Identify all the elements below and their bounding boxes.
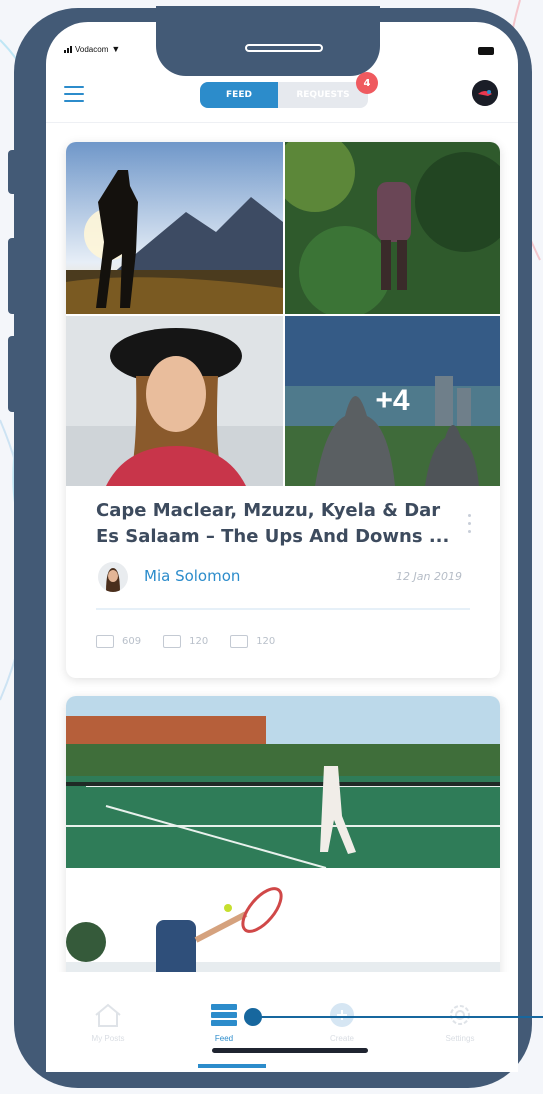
active-tab-indicator xyxy=(198,1064,266,1068)
plus-circle-icon xyxy=(330,1003,354,1027)
post-photo-buddha-more[interactable]: +4 xyxy=(285,316,500,486)
more-photos-count: +4 xyxy=(375,384,410,417)
video-count: 120 xyxy=(163,635,208,648)
post-photo-tennis-court[interactable] xyxy=(66,696,500,868)
phone-side-button xyxy=(8,238,18,314)
image-icon xyxy=(96,635,114,648)
post-photo-hiker[interactable] xyxy=(66,142,283,314)
tab-label: Create xyxy=(329,1034,354,1043)
wifi-icon: ▼ xyxy=(111,44,121,54)
status-bar-left: Vodacom ▼ xyxy=(64,44,120,54)
battery-icon xyxy=(478,47,494,55)
home-indicator[interactable] xyxy=(212,1048,368,1053)
post-photo-portrait[interactable] xyxy=(66,316,283,486)
play-icon xyxy=(163,635,182,648)
audio-icon xyxy=(230,635,249,648)
phone-speaker xyxy=(245,44,323,52)
requests-badge: 4 xyxy=(356,72,378,94)
post-card[interactable] xyxy=(66,696,500,986)
post-stats: 609 120 120 xyxy=(96,635,275,648)
bottom-tab-bar: My Posts Feed Create Settings xyxy=(46,972,518,1072)
post-photo-forest[interactable] xyxy=(285,142,500,314)
post-title[interactable]: Cape Maclear, Mzuzu, Kyela & Dar Es Sala… xyxy=(96,498,456,550)
audio-count-value: 120 xyxy=(256,636,276,647)
audio-count: 120 xyxy=(230,635,275,648)
phone-side-button xyxy=(8,150,18,194)
post-card[interactable]: +4 Cape Maclear, Mzuzu, Kyela & Dar Es S… xyxy=(66,142,500,678)
user-avatar[interactable] xyxy=(472,80,498,106)
post-divider xyxy=(96,608,470,610)
tab-my-posts[interactable]: My Posts xyxy=(58,1002,158,1043)
gear-icon xyxy=(450,1005,470,1025)
feed-list-icon xyxy=(211,1004,237,1026)
more-options-icon[interactable] xyxy=(468,514,472,533)
photo-count-value: 609 xyxy=(122,636,142,647)
menu-icon[interactable] xyxy=(64,86,84,102)
tab-label: Settings xyxy=(445,1034,475,1043)
tab-feed[interactable]: FEED xyxy=(200,82,278,108)
top-bar: FEED REQUESTS 4 xyxy=(46,72,518,123)
carrier-name: Vodacom xyxy=(75,44,109,54)
phone-side-button xyxy=(8,336,18,412)
post-photo-tennis-player[interactable] xyxy=(66,870,500,986)
tab-create[interactable]: Create xyxy=(292,1002,392,1043)
phone-notch xyxy=(156,6,380,76)
author-avatar[interactable] xyxy=(98,562,128,592)
tab-requests[interactable]: REQUESTS xyxy=(278,82,368,108)
tab-label: Feed xyxy=(214,1034,234,1043)
photo-count: 609 xyxy=(96,635,141,648)
home-icon xyxy=(95,1003,121,1027)
signal-icon xyxy=(64,45,72,53)
tab-settings[interactable]: Settings xyxy=(410,1002,510,1043)
callout-line xyxy=(258,1016,543,1018)
feed-requests-toggle: FEED REQUESTS xyxy=(200,82,368,108)
post-date: 12 Jan 2019 xyxy=(396,570,462,583)
callout-dot xyxy=(244,1008,262,1026)
author-name[interactable]: Mia Solomon xyxy=(144,567,240,585)
tab-label: My Posts xyxy=(91,1034,125,1043)
video-count-value: 120 xyxy=(189,636,209,647)
